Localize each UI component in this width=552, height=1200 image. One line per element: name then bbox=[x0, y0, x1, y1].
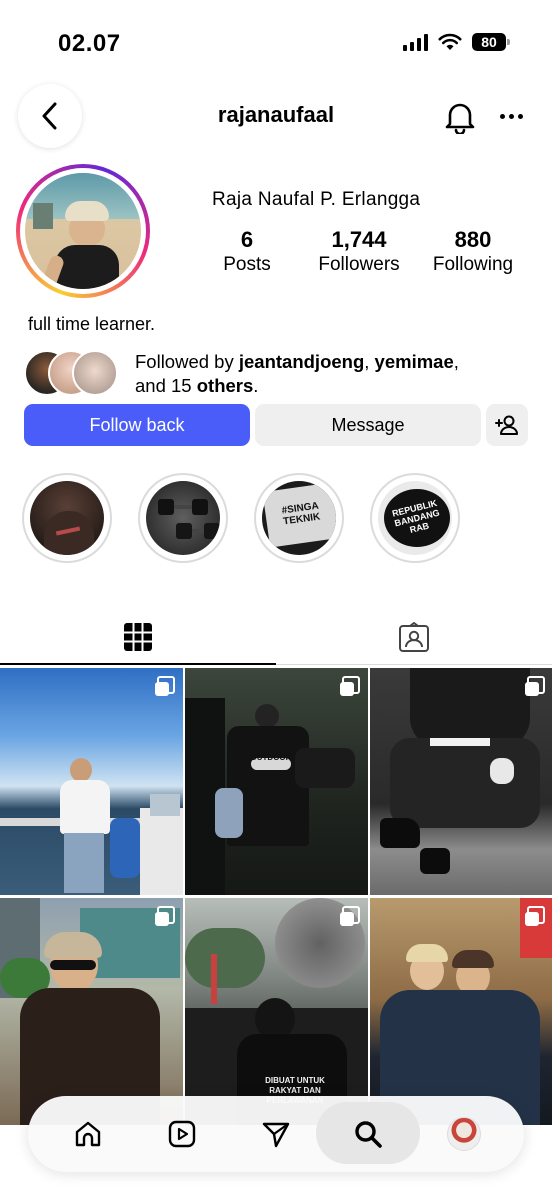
tab-posts-grid[interactable] bbox=[0, 610, 276, 665]
profile-full-name: Raja Naufal P. Erlangga bbox=[212, 189, 421, 210]
following-label: Following bbox=[432, 254, 514, 275]
followed-by-prefix: Followed by bbox=[135, 351, 239, 372]
carousel-icon bbox=[340, 676, 360, 696]
notifications-button[interactable] bbox=[444, 100, 476, 139]
mutual-followers-avatars[interactable] bbox=[24, 350, 118, 396]
period-text: . bbox=[253, 375, 259, 396]
bell-icon bbox=[445, 103, 475, 136]
separator-text: , bbox=[364, 351, 375, 372]
dot-icon bbox=[518, 114, 523, 119]
nav-profile[interactable] bbox=[442, 1112, 486, 1156]
nav-reels[interactable] bbox=[160, 1112, 204, 1156]
followers-count: 1,744 bbox=[331, 227, 387, 252]
post-thumbnail[interactable] bbox=[0, 668, 183, 895]
posts-label: Posts bbox=[223, 254, 271, 275]
followers-label: Followers bbox=[318, 254, 400, 275]
tab-tagged[interactable] bbox=[276, 610, 552, 665]
reels-icon bbox=[168, 1120, 196, 1148]
separator-text: , bbox=[453, 351, 459, 372]
nav-messages[interactable] bbox=[254, 1112, 298, 1156]
cellular-signal-icon bbox=[403, 33, 428, 51]
profile-avatar-story-ring[interactable] bbox=[16, 164, 150, 298]
carousel-icon bbox=[340, 906, 360, 926]
wifi-icon bbox=[438, 33, 462, 50]
post-shirt-text: OUTDOOR bbox=[250, 753, 292, 762]
carousel-icon bbox=[155, 906, 175, 926]
story-highlight[interactable]: REPUBLIK BANDANG RAB bbox=[370, 473, 460, 563]
more-options-button[interactable] bbox=[500, 114, 523, 119]
tagged-icon bbox=[399, 622, 429, 652]
mutual-user-link[interactable]: yemimae bbox=[375, 351, 454, 372]
following-count: 880 bbox=[454, 227, 492, 252]
shirt-print-photo: #SINGA TEKNIK bbox=[262, 481, 336, 555]
dot-icon bbox=[500, 114, 505, 119]
dot-icon bbox=[509, 114, 514, 119]
post-thumbnail[interactable]: OUTDOOR bbox=[185, 668, 368, 895]
followed-by-text[interactable]: Followed by jeantandjoeng, yemimae, and 1… bbox=[135, 350, 525, 398]
posts-count: 6 bbox=[240, 227, 254, 252]
post-thumbnail[interactable] bbox=[370, 668, 552, 895]
post-thumbnail[interactable] bbox=[0, 898, 183, 1125]
sticker-photo: REPUBLIK BANDANG RAB bbox=[378, 481, 452, 555]
hoodie-photo bbox=[30, 481, 104, 555]
profile-avatar-icon bbox=[447, 1117, 481, 1151]
follow-back-button[interactable]: Follow back bbox=[24, 404, 250, 446]
status-icons: 80 bbox=[403, 33, 510, 51]
followers-stat[interactable]: 1,744 Followers bbox=[309, 227, 409, 277]
mutual-user-link[interactable]: jeantandjoeng bbox=[239, 351, 364, 372]
add-person-icon bbox=[495, 415, 518, 435]
and-text: and 15 bbox=[135, 375, 197, 396]
suggested-users-button[interactable] bbox=[486, 404, 528, 446]
story-highlight[interactable] bbox=[22, 473, 112, 563]
posts-stat[interactable]: 6 Posts bbox=[206, 227, 288, 277]
status-time: 02.07 bbox=[58, 30, 121, 57]
nav-search[interactable] bbox=[346, 1112, 390, 1156]
nav-home[interactable] bbox=[66, 1112, 110, 1156]
avatar bbox=[72, 350, 118, 396]
carousel-icon bbox=[525, 676, 545, 696]
search-icon bbox=[355, 1121, 382, 1148]
following-stat[interactable]: 880 Following bbox=[424, 227, 522, 277]
profile-bio: full time learner. bbox=[28, 314, 156, 334]
battery-level: 80 bbox=[481, 34, 497, 50]
dumbbell-photo bbox=[146, 481, 220, 555]
others-link[interactable]: others bbox=[197, 375, 254, 396]
message-button[interactable]: Message bbox=[255, 404, 481, 446]
story-highlight[interactable]: #SINGA TEKNIK bbox=[254, 473, 344, 563]
bottom-navigation-bar bbox=[28, 1096, 524, 1172]
carousel-icon bbox=[155, 676, 175, 696]
profile-avatar bbox=[25, 173, 141, 289]
carousel-icon bbox=[525, 906, 545, 926]
send-icon bbox=[262, 1122, 290, 1148]
home-icon bbox=[75, 1121, 101, 1147]
grid-icon bbox=[124, 622, 152, 651]
post-thumbnail[interactable]: DIBUAT UNTUK RAKYAT DAN PERLAWANAN bbox=[185, 898, 368, 1125]
story-highlight[interactable] bbox=[138, 473, 228, 563]
battery-indicator: 80 bbox=[472, 33, 510, 51]
post-thumbnail[interactable] bbox=[370, 898, 552, 1125]
